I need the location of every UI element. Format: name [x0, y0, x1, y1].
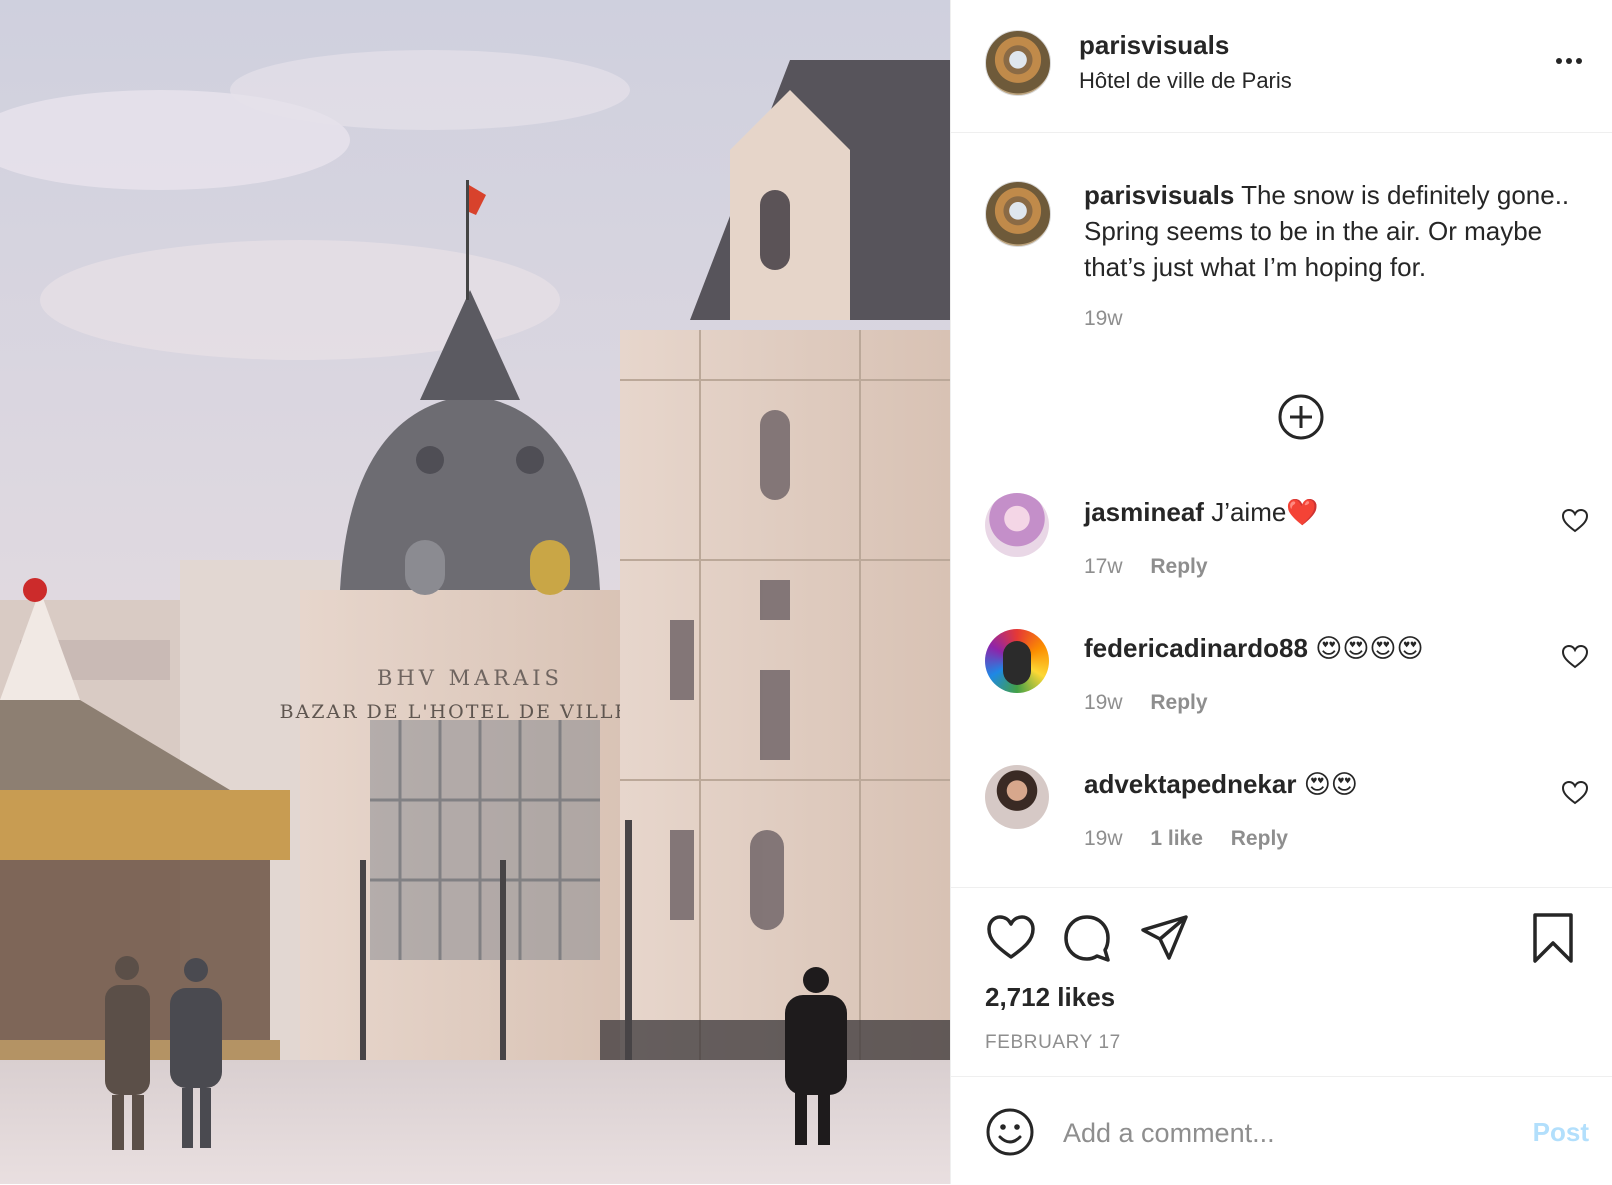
- like-comment-heart-icon[interactable]: [1561, 779, 1589, 807]
- comment-likes-count[interactable]: 1 like: [1150, 827, 1203, 850]
- comment-input[interactable]: [1061, 1107, 1485, 1159]
- comment-text: 😍😍😍😍: [1315, 633, 1424, 663]
- comment-text-row: jasmineaf J’aime❤️: [1084, 497, 1319, 528]
- caption-avatar[interactable]: [985, 181, 1051, 247]
- comment-time[interactable]: 19w: [1084, 691, 1123, 714]
- comment-meta: 19w Reply: [1084, 691, 1230, 715]
- reply-button[interactable]: Reply: [1231, 827, 1288, 850]
- comment-meta: 19w 1 like Reply: [1084, 827, 1310, 851]
- comment-item: federicadinardo88 😍😍😍😍 19w Reply: [951, 629, 1612, 749]
- like-comment-heart-icon[interactable]: [1561, 643, 1589, 671]
- bookmark-icon[interactable]: [1527, 912, 1579, 964]
- comment-icon[interactable]: [1061, 912, 1113, 964]
- avatar[interactable]: [985, 765, 1049, 829]
- comment-time[interactable]: 17w: [1084, 555, 1123, 578]
- caption-timestamp[interactable]: 19w: [1084, 307, 1123, 331]
- post-comment-button[interactable]: Post: [1533, 1117, 1589, 1148]
- comment-text-row: advektapednekar 😍😍: [1084, 769, 1358, 800]
- emoji-icon[interactable]: [985, 1107, 1035, 1157]
- comment-text-row: federicadinardo88 😍😍😍😍: [1084, 633, 1424, 664]
- comment-text: J’aime❤️: [1211, 497, 1319, 527]
- comment-username[interactable]: federicadinardo88: [1084, 633, 1308, 663]
- post-location[interactable]: Hôtel de ville de Paris: [1079, 68, 1292, 94]
- bazaar-sign: BAZAR DE L'HOTEL DE VILLE: [280, 701, 631, 723]
- comment-item: advektapednekar 😍😍 19w 1 like Reply: [951, 765, 1612, 885]
- post-photo[interactable]: BHV MARAIS BAZAR DE L'HOTEL DE VILLE: [0, 0, 950, 1184]
- comment-text: 😍😍: [1303, 769, 1358, 799]
- more-options-button[interactable]: [1549, 46, 1589, 76]
- like-comment-heart-icon[interactable]: [1561, 507, 1589, 535]
- avatar[interactable]: [985, 493, 1049, 557]
- comment-item: jasmineaf J’aime❤️ 17w Reply: [951, 493, 1612, 613]
- comment-username[interactable]: jasmineaf: [1084, 497, 1204, 527]
- heart-icon[interactable]: [985, 912, 1037, 964]
- comment-username[interactable]: advektapednekar: [1084, 769, 1296, 799]
- likes-count[interactable]: 2,712 likes: [985, 982, 1115, 1013]
- add-comment-bar: Post: [951, 1076, 1612, 1185]
- avatar[interactable]: [985, 629, 1049, 693]
- caption: parisvisuals The snow is definitely gone…: [1084, 177, 1584, 285]
- bhv-sign: BHV MARAIS: [377, 666, 563, 690]
- plus-circle-icon: [1278, 394, 1324, 440]
- comments-section: parisvisuals The snow is definitely gone…: [951, 133, 1612, 886]
- caption-username[interactable]: parisvisuals: [1084, 180, 1234, 210]
- post-details-panel: parisvisuals Hôtel de ville de Paris par…: [950, 0, 1612, 1184]
- post-actions: 2,712 likes FEBRUARY 17: [951, 887, 1612, 1078]
- comment-time[interactable]: 19w: [1084, 827, 1123, 850]
- reply-button[interactable]: Reply: [1150, 555, 1207, 578]
- more-horizontal-icon: [1556, 58, 1582, 64]
- post-date[interactable]: FEBRUARY 17: [985, 1032, 1121, 1054]
- post-header: parisvisuals Hôtel de ville de Paris: [951, 0, 1612, 133]
- reply-button[interactable]: Reply: [1150, 691, 1207, 714]
- avatar[interactable]: [985, 30, 1051, 96]
- load-more-comments-button[interactable]: [1277, 393, 1325, 441]
- post-username[interactable]: parisvisuals: [1079, 30, 1229, 61]
- share-icon[interactable]: [1139, 912, 1191, 964]
- comment-meta: 17w Reply: [1084, 555, 1230, 579]
